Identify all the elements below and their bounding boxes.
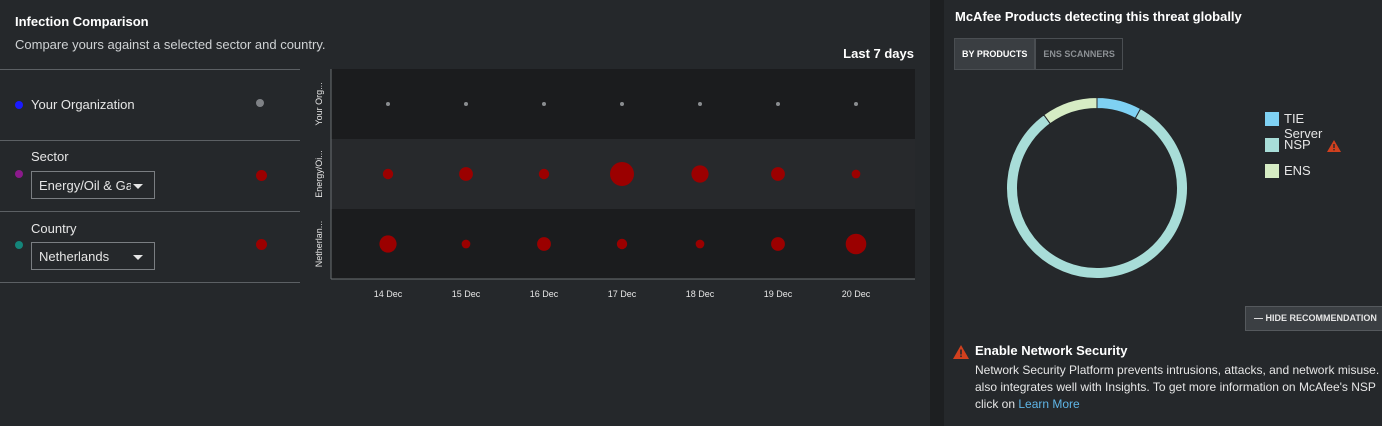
country-select[interactable]: Netherlands [31, 242, 155, 270]
comparison-rows: Your Organization Sector Energy/Oil & Ga… [0, 69, 300, 283]
y-tick-label: Netherlan... [314, 221, 324, 268]
legend-label: NSP [1284, 137, 1311, 152]
products-title: McAfee Products detecting this threat gl… [955, 9, 1242, 24]
country-label: Country [31, 221, 77, 236]
sector-select-value: Energy/Oil & Ga [39, 178, 131, 193]
chevron-down-icon [133, 184, 143, 189]
tab-ens-scanners[interactable]: ENS SCANNERS [1035, 38, 1123, 70]
x-tick-label: 16 Dec [530, 289, 559, 299]
x-tick-label: 14 Dec [374, 289, 403, 299]
sector-indicator-dot [256, 170, 267, 181]
products-tabs: BY PRODUCTS ENS SCANNERS [954, 38, 1123, 70]
bubble-point[interactable] [386, 102, 390, 106]
products-panel: McAfee Products detecting this threat gl… [944, 0, 1382, 426]
legend-label: ENS [1284, 163, 1311, 178]
row-sector: Sector Energy/Oil & Ga [0, 140, 300, 211]
sector-color-dot [15, 170, 23, 178]
bubble-point[interactable] [771, 167, 785, 181]
warning-icon [953, 345, 969, 359]
products-donut-chart [1006, 96, 1188, 279]
org-label: Your Organization [31, 97, 135, 112]
infection-comparison-panel: Infection Comparison Compare yours again… [0, 0, 930, 426]
panel-subtitle: Compare yours against a selected sector … [15, 37, 326, 52]
bubble-point[interactable] [698, 102, 702, 106]
bubble-point[interactable] [461, 239, 471, 249]
org-color-dot [15, 101, 23, 109]
x-tick-label: 18 Dec [686, 289, 715, 299]
tab-by-products[interactable]: BY PRODUCTS [954, 38, 1036, 70]
y-tick-label: Energy/Oi... [314, 150, 324, 198]
bubble-point[interactable] [538, 168, 550, 180]
x-tick-label: 15 Dec [452, 289, 481, 299]
bubble-point[interactable] [379, 235, 397, 253]
bubble-point[interactable] [854, 102, 858, 106]
sector-label: Sector [31, 149, 69, 164]
chevron-down-icon [133, 255, 143, 260]
legend-swatch [1265, 164, 1279, 178]
panel-title: Infection Comparison [15, 14, 149, 29]
legend-swatch [1265, 138, 1279, 152]
legend-swatch [1265, 112, 1279, 126]
bubble-point[interactable] [845, 233, 867, 255]
bubble-point[interactable] [616, 238, 628, 250]
donut-slice[interactable] [1043, 96, 1098, 125]
country-indicator-dot [256, 239, 267, 250]
bubble-point[interactable] [771, 237, 785, 251]
bubble-point[interactable] [695, 239, 705, 249]
country-select-value: Netherlands [39, 249, 110, 264]
warning-icon [1327, 140, 1341, 152]
recommendation-text: Network Security Platform prevents intru… [975, 362, 1382, 413]
bubble-point[interactable] [620, 102, 624, 106]
donut-slice[interactable] [1096, 96, 1142, 120]
infection-bubble-chart: Your Org... Energy/Oi... Netherlan... 14 De… [314, 69, 915, 299]
time-range-label: Last 7 days [843, 46, 914, 61]
panel-divider [930, 0, 944, 426]
bubble-point[interactable] [610, 162, 634, 186]
learn-more-link[interactable]: Learn More [1018, 397, 1079, 411]
x-tick-label: 19 Dec [764, 289, 793, 299]
bubble-point[interactable] [691, 165, 709, 183]
country-color-dot [15, 241, 23, 249]
recommendation-title: Enable Network Security [975, 343, 1128, 358]
sector-select[interactable]: Energy/Oil & Ga [31, 171, 155, 199]
bubble-point[interactable] [851, 169, 861, 179]
bubble-point[interactable] [459, 167, 473, 181]
row-your-organization: Your Organization [0, 69, 300, 140]
bubble-point[interactable] [537, 237, 551, 251]
hide-recommendation-button[interactable]: — HIDE RECOMMENDATION [1245, 306, 1382, 331]
x-tick-label: 17 Dec [608, 289, 637, 299]
bubble-point[interactable] [382, 168, 394, 180]
bubble-point[interactable] [464, 102, 468, 106]
org-indicator-dot [256, 99, 264, 107]
bubble-point[interactable] [542, 102, 546, 106]
donut-slice[interactable] [1006, 108, 1188, 279]
x-tick-label: 20 Dec [842, 289, 871, 299]
y-tick-label: Your Org... [314, 82, 324, 125]
row-country: Country Netherlands [0, 211, 300, 283]
bubble-point[interactable] [776, 102, 780, 106]
